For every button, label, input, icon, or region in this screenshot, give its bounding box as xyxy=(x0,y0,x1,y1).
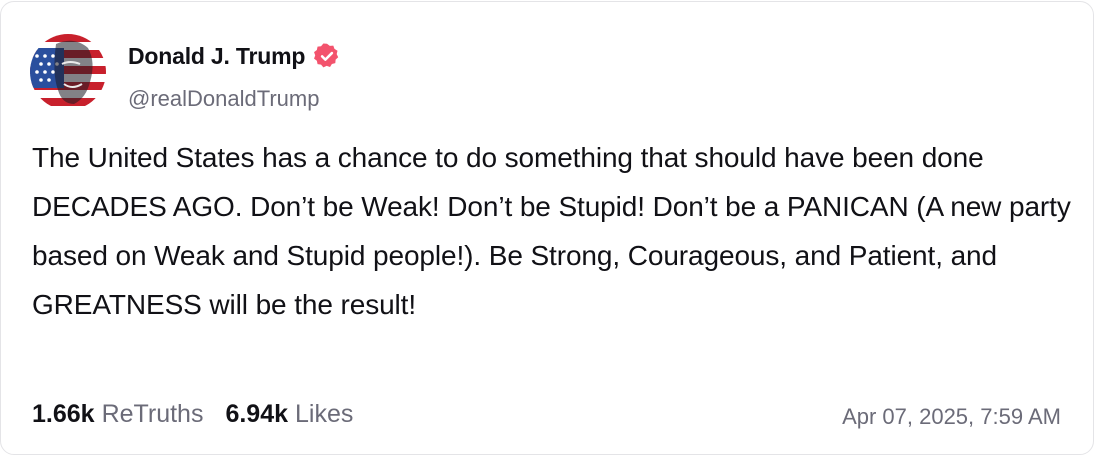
author-handle[interactable]: @realDonaldTrump xyxy=(128,86,319,112)
post-timestamp[interactable]: Apr 07, 2025, 7:59 AM xyxy=(842,404,1061,430)
likes-stat[interactable]: 6.94k Likes xyxy=(225,400,353,429)
post-stats: 1.66k ReTruths 6.94k Likes xyxy=(32,400,375,429)
author-name-row: Donald J. Trump xyxy=(128,42,341,70)
verified-badge-icon xyxy=(314,43,339,68)
avatar-image xyxy=(30,34,106,110)
avatar[interactable] xyxy=(30,34,106,110)
post-text: The United States has a chance to do som… xyxy=(32,142,1071,320)
retruths-label: ReTruths xyxy=(101,400,204,428)
author-display-name[interactable]: Donald J. Trump xyxy=(128,43,305,70)
retruths-stat[interactable]: 1.66k ReTruths xyxy=(32,400,203,429)
likes-count: 6.94k xyxy=(225,400,289,428)
likes-label: Likes xyxy=(295,400,354,428)
post-card: Donald J. Trump @realDonaldTrump The Uni… xyxy=(0,1,1094,455)
retruths-count: 1.66k xyxy=(32,400,95,428)
